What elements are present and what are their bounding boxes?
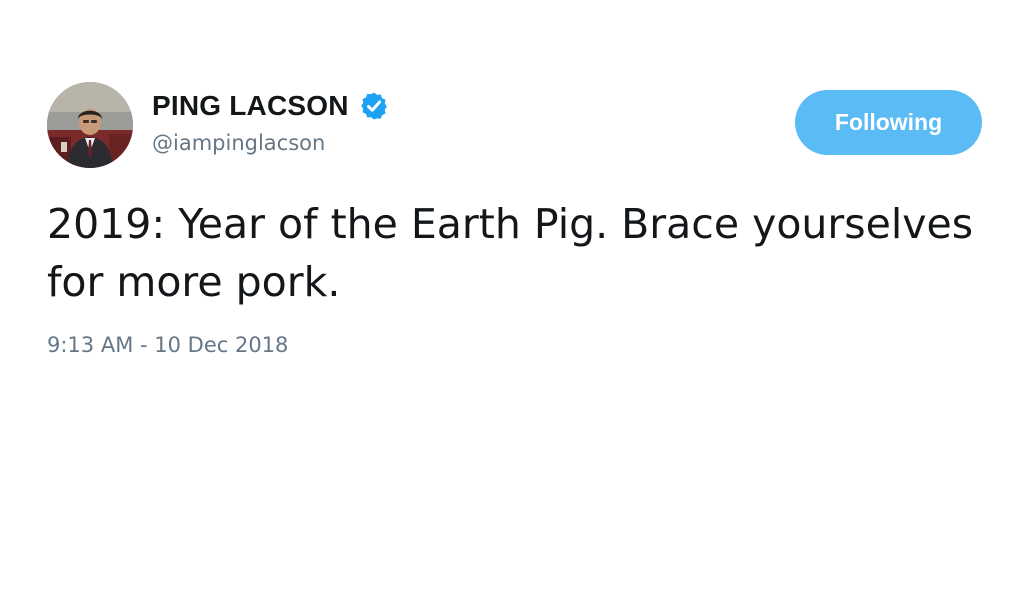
- tweet-card: PING LACSON @iampinglacson Following 201…: [0, 0, 1024, 609]
- author-display-name[interactable]: PING LACSON: [152, 90, 349, 122]
- tweet-timestamp[interactable]: 9:13 AM - 10 Dec 2018: [47, 333, 288, 357]
- following-button[interactable]: Following: [795, 90, 982, 155]
- author-handle[interactable]: @iampinglacson: [152, 131, 325, 155]
- tweet-text-line: 2019: Year of the Earth Pig. Brace yours…: [47, 200, 974, 248]
- tweet-text: 2019: Year of the Earth Pig. Brace yours…: [47, 195, 1012, 311]
- avatar[interactable]: [47, 82, 133, 168]
- author-name-row: PING LACSON: [152, 88, 389, 124]
- verified-badge-icon: [359, 91, 389, 121]
- avatar-photo: [47, 82, 133, 168]
- following-button-label: Following: [834, 109, 943, 135]
- tweet-text-line: for more pork.: [47, 258, 341, 306]
